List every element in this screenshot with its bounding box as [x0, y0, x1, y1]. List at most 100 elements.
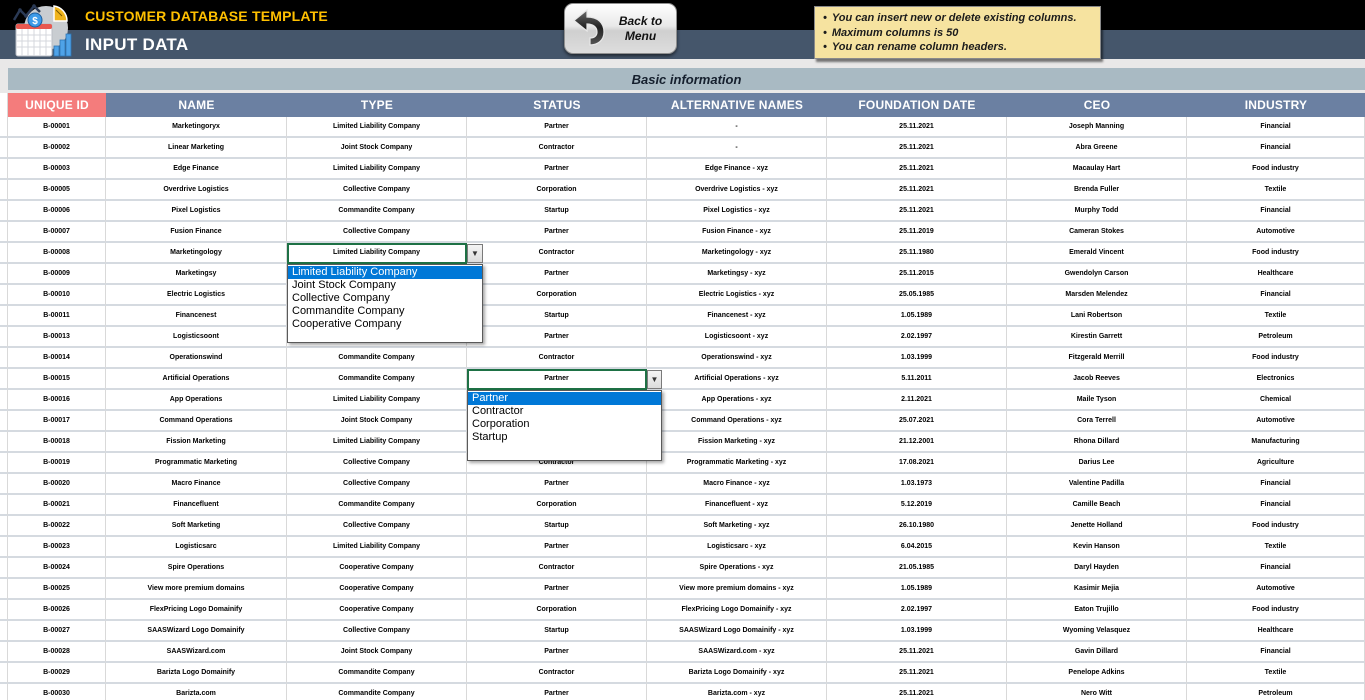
cell-name[interactable]: SAASWizard.com	[106, 642, 287, 663]
cell-ceo[interactable]: Cameran Stokes	[1007, 222, 1187, 243]
cell-industry[interactable]: Agriculture	[1187, 453, 1365, 474]
cell-ceo[interactable]: Kirestin Garrett	[1007, 327, 1187, 348]
cell-status[interactable]: Partner	[467, 327, 647, 348]
cell-ceo[interactable]: Darius Lee	[1007, 453, 1187, 474]
cell-name[interactable]: Marketingology	[106, 243, 287, 264]
cell-alternative_names[interactable]: Edge Finance - xyz	[647, 159, 827, 180]
cell-status[interactable]: Contractor	[467, 348, 647, 369]
cell-ceo[interactable]: Macaulay Hart	[1007, 159, 1187, 180]
cell-ceo[interactable]: Kevin Hanson	[1007, 537, 1187, 558]
cell-alternative_names[interactable]: SAASWizard Logo Domainify - xyz	[647, 621, 827, 642]
cell-unique_id[interactable]: B-00016	[8, 390, 106, 411]
cell-type[interactable]: Commandite Company	[287, 201, 467, 222]
cell-unique_id[interactable]: B-00026	[8, 600, 106, 621]
cell-industry[interactable]: Financial	[1187, 138, 1365, 159]
cell-name[interactable]: Barizta.com	[106, 684, 287, 700]
cell-unique_id[interactable]: B-00030	[8, 684, 106, 700]
status-dropdown-option[interactable]: Corporation	[468, 418, 661, 431]
cell-industry[interactable]: Automotive	[1187, 411, 1365, 432]
cell-industry[interactable]: Petroleum	[1187, 684, 1365, 700]
cell-status[interactable]: Startup	[467, 201, 647, 222]
cell-industry[interactable]: Food industry	[1187, 516, 1365, 537]
cell-ceo[interactable]: Valentine Padilla	[1007, 474, 1187, 495]
cell-type[interactable]: Collective Company	[287, 516, 467, 537]
cell-unique_id[interactable]: B-00025	[8, 579, 106, 600]
cell-status[interactable]: Partner	[467, 369, 647, 390]
back-to-menu-button[interactable]: Back to Menu	[564, 3, 677, 54]
cell-industry[interactable]: Petroleum	[1187, 327, 1365, 348]
cell-type[interactable]: Limited Liability Company	[287, 243, 467, 264]
cell-alternative_names[interactable]: Artificial Operations - xyz	[647, 369, 827, 390]
cell-unique_id[interactable]: B-00027	[8, 621, 106, 642]
cell-alternative_names[interactable]: Command Operations - xyz	[647, 411, 827, 432]
cell-name[interactable]: Spire Operations	[106, 558, 287, 579]
cell-type[interactable]: Joint Stock Company	[287, 138, 467, 159]
cell-industry[interactable]: Healthcare	[1187, 621, 1365, 642]
column-header-type[interactable]: TYPE	[287, 93, 467, 117]
cell-ceo[interactable]: Nero Witt	[1007, 684, 1187, 700]
cell-type[interactable]: Cooperative Company	[287, 579, 467, 600]
cell-ceo[interactable]: Daryl Hayden	[1007, 558, 1187, 579]
cell-type[interactable]: Cooperative Company	[287, 558, 467, 579]
cell-ceo[interactable]: Maile Tyson	[1007, 390, 1187, 411]
cell-ceo[interactable]: Abra Greene	[1007, 138, 1187, 159]
cell-foundation_date[interactable]: 17.08.2021	[827, 453, 1007, 474]
cell-foundation_date[interactable]: 1.05.1989	[827, 579, 1007, 600]
cell-foundation_date[interactable]: 25.11.2021	[827, 642, 1007, 663]
cell-name[interactable]: Marketingoryx	[106, 117, 287, 138]
cell-status[interactable]: Startup	[467, 306, 647, 327]
cell-foundation_date[interactable]: 25.11.2021	[827, 201, 1007, 222]
cell-ceo[interactable]: Camille Beach	[1007, 495, 1187, 516]
cell-alternative_names[interactable]: Operationswind - xyz	[647, 348, 827, 369]
type-dropdown-option[interactable]: Limited Liability Company	[288, 266, 482, 279]
column-header-status[interactable]: STATUS	[467, 93, 647, 117]
cell-foundation_date[interactable]: 2.11.2021	[827, 390, 1007, 411]
cell-name[interactable]: Logisticsoont	[106, 327, 287, 348]
cell-unique_id[interactable]: B-00003	[8, 159, 106, 180]
cell-alternative_names[interactable]: Pixel Logistics - xyz	[647, 201, 827, 222]
cell-status[interactable]: Startup	[467, 516, 647, 537]
cell-status[interactable]: Partner	[467, 159, 647, 180]
cell-unique_id[interactable]: B-00023	[8, 537, 106, 558]
cell-ceo[interactable]: Marsden Melendez	[1007, 285, 1187, 306]
cell-foundation_date[interactable]: 5.11.2011	[827, 369, 1007, 390]
cell-status[interactable]: Corporation	[467, 180, 647, 201]
cell-ceo[interactable]: Emerald Vincent	[1007, 243, 1187, 264]
cell-ceo[interactable]: Brenda Fuller	[1007, 180, 1187, 201]
cell-name[interactable]: Electric Logistics	[106, 285, 287, 306]
cell-status[interactable]: Corporation	[467, 495, 647, 516]
cell-foundation_date[interactable]: 25.11.2021	[827, 663, 1007, 684]
cell-name[interactable]: Fission Marketing	[106, 432, 287, 453]
cell-name[interactable]: Overdrive Logistics	[106, 180, 287, 201]
cell-status[interactable]: Contractor	[467, 558, 647, 579]
cell-foundation_date[interactable]: 1.03.1999	[827, 348, 1007, 369]
cell-foundation_date[interactable]: 25.11.1980	[827, 243, 1007, 264]
cell-industry[interactable]: Automotive	[1187, 579, 1365, 600]
cell-unique_id[interactable]: B-00015	[8, 369, 106, 390]
cell-alternative_names[interactable]: -	[647, 138, 827, 159]
cell-type[interactable]: Cooperative Company	[287, 600, 467, 621]
cell-foundation_date[interactable]: 1.03.1999	[827, 621, 1007, 642]
cell-name[interactable]: Artificial Operations	[106, 369, 287, 390]
cell-unique_id[interactable]: B-00028	[8, 642, 106, 663]
cell-foundation_date[interactable]: 25.07.2021	[827, 411, 1007, 432]
status-dropdown-arrow-button[interactable]: ▼	[647, 370, 662, 389]
cell-foundation_date[interactable]: 21.12.2001	[827, 432, 1007, 453]
cell-ceo[interactable]: Eaton Trujillo	[1007, 600, 1187, 621]
cell-alternative_names[interactable]: FlexPricing Logo Domainify - xyz	[647, 600, 827, 621]
cell-name[interactable]: FlexPricing Logo Domainify	[106, 600, 287, 621]
cell-name[interactable]: Financefluent	[106, 495, 287, 516]
cell-foundation_date[interactable]: 25.11.2015	[827, 264, 1007, 285]
cell-name[interactable]: Barizta Logo Domainify	[106, 663, 287, 684]
cell-alternative_names[interactable]: Spire Operations - xyz	[647, 558, 827, 579]
cell-foundation_date[interactable]: 25.05.1985	[827, 285, 1007, 306]
cell-alternative_names[interactable]: Logisticsoont - xyz	[647, 327, 827, 348]
cell-type[interactable]: Joint Stock Company	[287, 642, 467, 663]
cell-status[interactable]: Partner	[467, 684, 647, 700]
cell-type[interactable]: Commandite Company	[287, 663, 467, 684]
cell-industry[interactable]: Chemical	[1187, 390, 1365, 411]
cell-industry[interactable]: Automotive	[1187, 222, 1365, 243]
cell-type[interactable]: Limited Liability Company	[287, 117, 467, 138]
cell-industry[interactable]: Textile	[1187, 663, 1365, 684]
cell-alternative_names[interactable]: Electric Logistics - xyz	[647, 285, 827, 306]
